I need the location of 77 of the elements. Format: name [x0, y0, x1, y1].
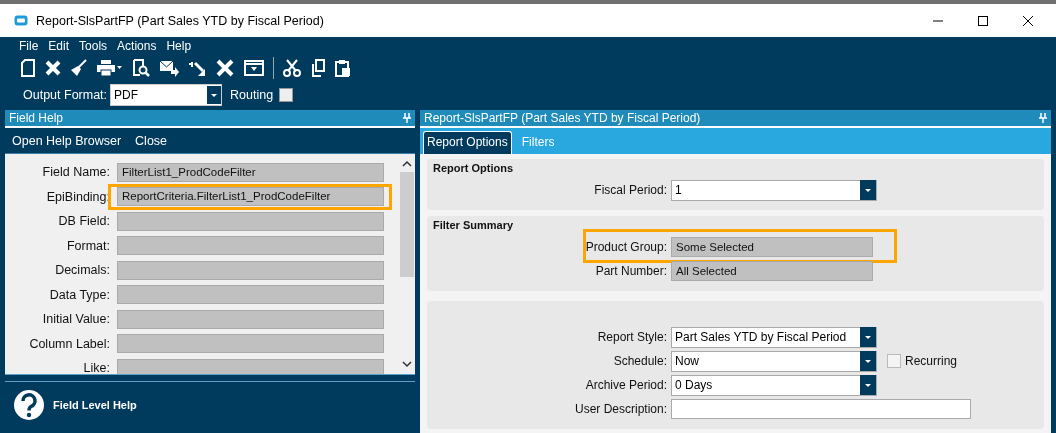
field-label: User Description:	[573, 402, 667, 416]
readonly-field[interactable]	[117, 309, 384, 329]
printer-icon[interactable]	[97, 60, 123, 76]
panel-title: Field Help	[9, 111, 64, 125]
menu-item[interactable]: Edit	[48, 39, 70, 54]
maximize-icon[interactable]	[977, 14, 989, 27]
paste-icon[interactable]	[335, 59, 351, 77]
copy-icon[interactable]	[310, 59, 326, 77]
field-label: DB Field:	[57, 214, 110, 229]
move-arrow-icon[interactable]	[188, 59, 206, 77]
field-label: Fiscal Period:	[593, 183, 667, 197]
field-label: Product Group:	[584, 240, 667, 254]
field-label: Column Label:	[28, 336, 110, 351]
field-label: Schedule:	[612, 354, 667, 368]
broom-icon[interactable]	[70, 59, 88, 77]
readonly-field[interactable]	[117, 236, 384, 256]
scissors-icon[interactable]	[283, 59, 301, 77]
field-label: Initial Value:	[41, 312, 110, 327]
window-title: Report-SlsPartFP (Part Sales YTD by Fiscal Period)	[36, 13, 324, 28]
readonly-field[interactable]: All Selected	[671, 261, 873, 281]
action-link[interactable]: Open Help Browser	[12, 133, 122, 148]
readonly-field[interactable]: FilterList1_ProdCodeFilter	[117, 162, 384, 182]
group-title: Filter Summary	[433, 219, 515, 231]
readonly-field[interactable]: Some Selected	[671, 237, 873, 257]
field-label: Part Number:	[594, 264, 667, 278]
caret-icon	[207, 86, 222, 104]
readonly-field[interactable]: ReportCriteria.FilterList1_ProdCodeFilter	[117, 187, 384, 207]
routing-checkbox[interactable]	[279, 88, 294, 102]
field-label: Data Type:	[48, 287, 110, 302]
field-label: Like:	[82, 361, 110, 374]
scroll-down-icon[interactable]	[402, 361, 412, 368]
recurring-label: Recurring	[905, 354, 958, 368]
field-label: Format:	[65, 238, 110, 253]
field-level-help-label: Field Level Help	[53, 399, 137, 411]
field-label: Archive Period:	[584, 378, 667, 392]
caret-icon	[860, 375, 876, 395]
print-preview-icon[interactable]	[132, 59, 150, 77]
caret-icon	[860, 180, 876, 200]
readonly-field[interactable]	[117, 334, 384, 354]
readonly-field[interactable]	[117, 260, 384, 280]
menu-item[interactable]: File	[19, 39, 39, 54]
output-format-label: Output Format:	[23, 88, 108, 102]
email-icon[interactable]	[159, 59, 179, 77]
delete-icon[interactable]	[45, 60, 61, 76]
group-title: Report Options	[433, 162, 515, 174]
dropdown[interactable]: Part Sales YTD by Fiscal Period	[671, 326, 877, 348]
caret-icon	[860, 327, 876, 347]
field-label: Decimals:	[54, 263, 110, 278]
text-field[interactable]	[671, 399, 971, 419]
readonly-field[interactable]	[117, 211, 384, 231]
dropdown[interactable]: 0 Days	[671, 374, 877, 396]
field-label: Report Style:	[596, 330, 667, 344]
action-link[interactable]: Close	[135, 133, 168, 148]
field-label: EpiBinding:	[45, 189, 110, 204]
tab[interactable]: Report Options	[423, 131, 512, 154]
recurring-checkbox[interactable]	[887, 354, 901, 368]
menu-item[interactable]: Help	[166, 39, 192, 54]
app-icon	[14, 15, 28, 26]
help-icon	[13, 389, 45, 421]
window-icon[interactable]	[244, 59, 264, 77]
scroll-up-icon[interactable]	[402, 160, 412, 167]
routing-label: Routing	[230, 88, 274, 102]
menu-item[interactable]: Tools	[79, 39, 108, 54]
menu-item[interactable]: Actions	[117, 39, 157, 54]
readonly-field[interactable]	[117, 358, 384, 374]
readonly-field[interactable]	[117, 285, 384, 305]
close-icon[interactable]	[1022, 14, 1034, 27]
panel-title: Report-SlsPartFP (Part Sales YTD by Fiscal Period)	[424, 111, 701, 125]
output-format-dropdown[interactable]: PDF	[110, 84, 223, 106]
dropdown[interactable]: Now	[671, 350, 877, 372]
dropdown[interactable]: 1	[671, 179, 877, 201]
pin-icon[interactable]	[403, 113, 411, 123]
new-document-icon[interactable]	[20, 59, 36, 77]
pin-icon[interactable]	[1039, 113, 1047, 123]
scroll-thumb[interactable]	[400, 172, 414, 277]
field-label: Field Name:	[41, 165, 110, 180]
caret-icon	[860, 351, 876, 371]
